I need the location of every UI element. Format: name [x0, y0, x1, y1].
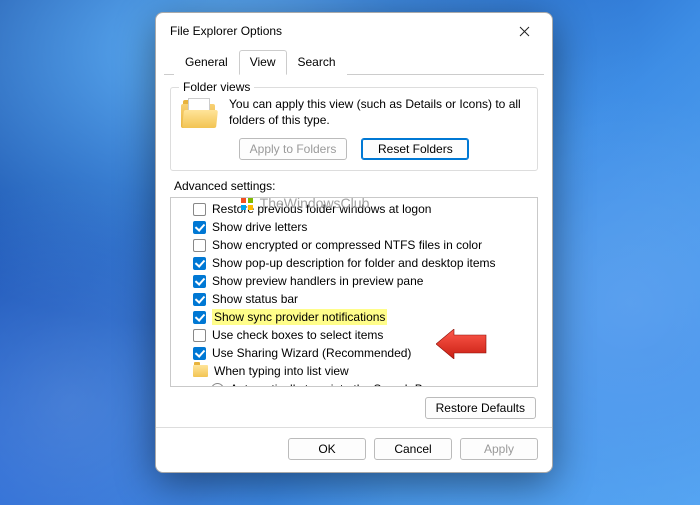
folder-views-group: Folder views You can apply this view (su…	[170, 87, 538, 171]
option-label: Automatically type into the Search Box	[230, 381, 435, 387]
checkbox-icon[interactable]	[193, 293, 206, 306]
option-sync-provider-notifications[interactable]: Show sync provider notifications	[171, 308, 537, 326]
tab-view[interactable]: View	[239, 50, 287, 75]
titlebar: File Explorer Options	[156, 13, 552, 49]
tab-general[interactable]: General	[174, 50, 239, 75]
option-label: Show pop-up description for folder and d…	[212, 255, 496, 271]
file-explorer-options-dialog: File Explorer Options General View Searc…	[155, 12, 553, 473]
reset-folders-button[interactable]: Reset Folders	[361, 138, 469, 160]
checkbox-icon[interactable]	[193, 347, 206, 360]
option-label: Show status bar	[212, 291, 298, 307]
close-button[interactable]	[502, 16, 546, 46]
option-popup-description[interactable]: Show pop-up description for folder and d…	[171, 254, 537, 272]
radio-icon[interactable]	[211, 383, 224, 388]
watermark: TheWindowsClub	[240, 195, 369, 211]
checkbox-icon[interactable]	[193, 239, 206, 252]
tab-strip: General View Search	[164, 49, 544, 75]
advanced-settings-list[interactable]: Restore previous folder windows at logon…	[170, 197, 538, 387]
option-status-bar[interactable]: Show status bar	[171, 290, 537, 308]
dialog-button-bar: OK Cancel Apply	[156, 427, 552, 472]
option-encrypted-color[interactable]: Show encrypted or compressed NTFS files …	[171, 236, 537, 254]
option-label: Use Sharing Wizard (Recommended)	[212, 345, 411, 361]
option-label: When typing into list view	[214, 363, 349, 379]
checkbox-icon[interactable]	[193, 203, 206, 216]
apply-to-folders-button[interactable]: Apply to Folders	[239, 138, 348, 160]
apply-button[interactable]: Apply	[460, 438, 538, 460]
ok-button[interactable]: OK	[288, 438, 366, 460]
option-label: Show sync provider notifications	[212, 309, 387, 325]
cancel-button[interactable]: Cancel	[374, 438, 452, 460]
advanced-settings-label: Advanced settings:	[174, 179, 538, 193]
folder-views-text: You can apply this view (such as Details…	[229, 96, 527, 128]
tab-content-view: Folder views You can apply this view (su…	[156, 75, 552, 427]
option-label: Show drive letters	[212, 219, 307, 235]
folder-views-label: Folder views	[179, 80, 254, 94]
option-label: Use check boxes to select items	[212, 327, 383, 343]
checkbox-icon[interactable]	[193, 329, 206, 342]
option-preview-handlers[interactable]: Show preview handlers in preview pane	[171, 272, 537, 290]
restore-defaults-button[interactable]: Restore Defaults	[425, 397, 536, 419]
folder-icon	[193, 365, 208, 377]
option-when-typing-group[interactable]: When typing into list view	[171, 362, 537, 380]
dialog-title: File Explorer Options	[170, 24, 502, 38]
checkbox-icon[interactable]	[193, 275, 206, 288]
checkbox-icon[interactable]	[193, 221, 206, 234]
watermark-text: TheWindowsClub	[260, 195, 370, 211]
option-label: Show encrypted or compressed NTFS files …	[212, 237, 482, 253]
checkbox-icon[interactable]	[193, 257, 206, 270]
close-icon	[519, 26, 530, 37]
option-drive-letters[interactable]: Show drive letters	[171, 218, 537, 236]
checkbox-icon[interactable]	[193, 311, 206, 324]
option-label: Show preview handlers in preview pane	[212, 273, 423, 289]
tab-search[interactable]: Search	[287, 50, 347, 75]
option-use-checkboxes[interactable]: Use check boxes to select items	[171, 326, 537, 344]
windows-logo-icon	[240, 197, 254, 211]
folder-icon	[181, 96, 219, 128]
option-auto-type-search[interactable]: Automatically type into the Search Box	[171, 380, 537, 387]
option-sharing-wizard[interactable]: Use Sharing Wizard (Recommended)	[171, 344, 537, 362]
